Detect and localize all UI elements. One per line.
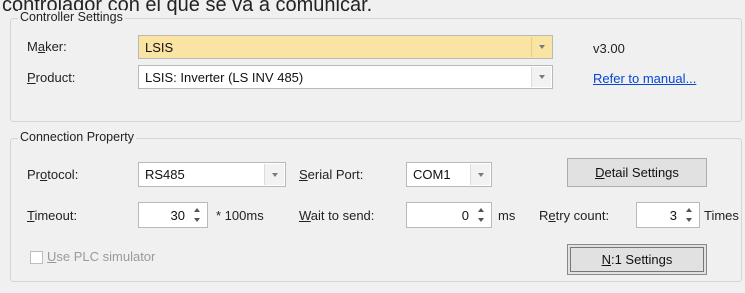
wait-to-send-value: 0 — [461, 207, 469, 223]
timeout-label: Timeout: — [27, 208, 78, 223]
timeout-value: 30 — [170, 207, 185, 223]
chevron-down-icon — [538, 45, 545, 49]
protocol-combobox[interactable]: RS485 — [138, 162, 286, 187]
detail-settings-button[interactable]: Detail Settings — [567, 158, 707, 187]
chevron-down-icon — [271, 172, 278, 177]
wait-to-send-unit: ms — [498, 208, 516, 223]
maker-dropdown-button[interactable] — [531, 37, 551, 57]
controller-settings-title: Controller Settings — [18, 10, 125, 24]
maker-combobox[interactable]: LSIS — [138, 35, 553, 59]
arrow-up-icon[interactable] — [686, 208, 692, 212]
protocol-dropdown-button[interactable] — [264, 164, 284, 185]
retry-count-unit: Times — [704, 208, 739, 223]
timeout-spin-arrows[interactable] — [189, 205, 205, 225]
chevron-down-icon — [538, 75, 545, 79]
product-value: LSIS: Inverter (LS INV 485) — [145, 69, 304, 85]
serial-port-value: COM1 — [413, 167, 451, 182]
version-label: v3.00 — [593, 41, 625, 56]
timeout-spinbox[interactable]: 30 — [138, 202, 208, 228]
serial-port-label: Serial Port: — [299, 167, 364, 182]
protocol-value: RS485 — [145, 167, 185, 182]
n1-settings-mnemonic: N — [601, 252, 611, 267]
arrow-up-icon[interactable] — [478, 208, 484, 212]
serial-port-dropdown-button[interactable] — [470, 164, 490, 185]
connection-property-title: Connection Property — [18, 130, 136, 144]
timeout-unit: * 100ms — [216, 208, 264, 223]
retry-spin-arrows[interactable] — [681, 205, 697, 225]
product-dropdown-button[interactable] — [531, 67, 551, 87]
product-label: Product: — [27, 70, 76, 85]
n1-settings-button[interactable]: N:1 Settings — [567, 244, 707, 275]
serial-port-combobox[interactable]: COM1 — [406, 162, 492, 187]
arrow-up-icon[interactable] — [194, 208, 200, 212]
maker-value: LSIS — [145, 39, 174, 55]
maker-label: Maker: — [27, 39, 67, 54]
protocol-label: Protocol: — [27, 167, 79, 182]
use-plc-simulator-checkbox[interactable] — [30, 251, 43, 264]
n1-settings-text: :1 Settings — [610, 252, 673, 267]
detail-settings-mnemonic: D — [595, 165, 605, 180]
retry-count-label: Retry count: — [539, 208, 610, 223]
wait-spin-arrows[interactable] — [473, 205, 489, 225]
arrow-down-icon[interactable] — [686, 218, 692, 222]
arrow-down-icon[interactable] — [478, 218, 484, 222]
arrow-down-icon[interactable] — [194, 218, 200, 222]
wait-to-send-label: Wait to send: — [299, 208, 375, 223]
wait-to-send-spinbox[interactable]: 0 — [406, 202, 492, 228]
product-combobox[interactable]: LSIS: Inverter (LS INV 485) — [138, 65, 553, 89]
retry-count-value: 3 — [669, 207, 677, 223]
detail-settings-text: etail Settings — [604, 165, 679, 180]
retry-count-spinbox[interactable]: 3 — [636, 202, 700, 228]
refer-to-manual-link[interactable]: Refer to manual... — [593, 71, 696, 86]
chevron-down-icon — [477, 172, 484, 177]
use-plc-simulator-label: Use PLC simulator — [47, 249, 156, 264]
